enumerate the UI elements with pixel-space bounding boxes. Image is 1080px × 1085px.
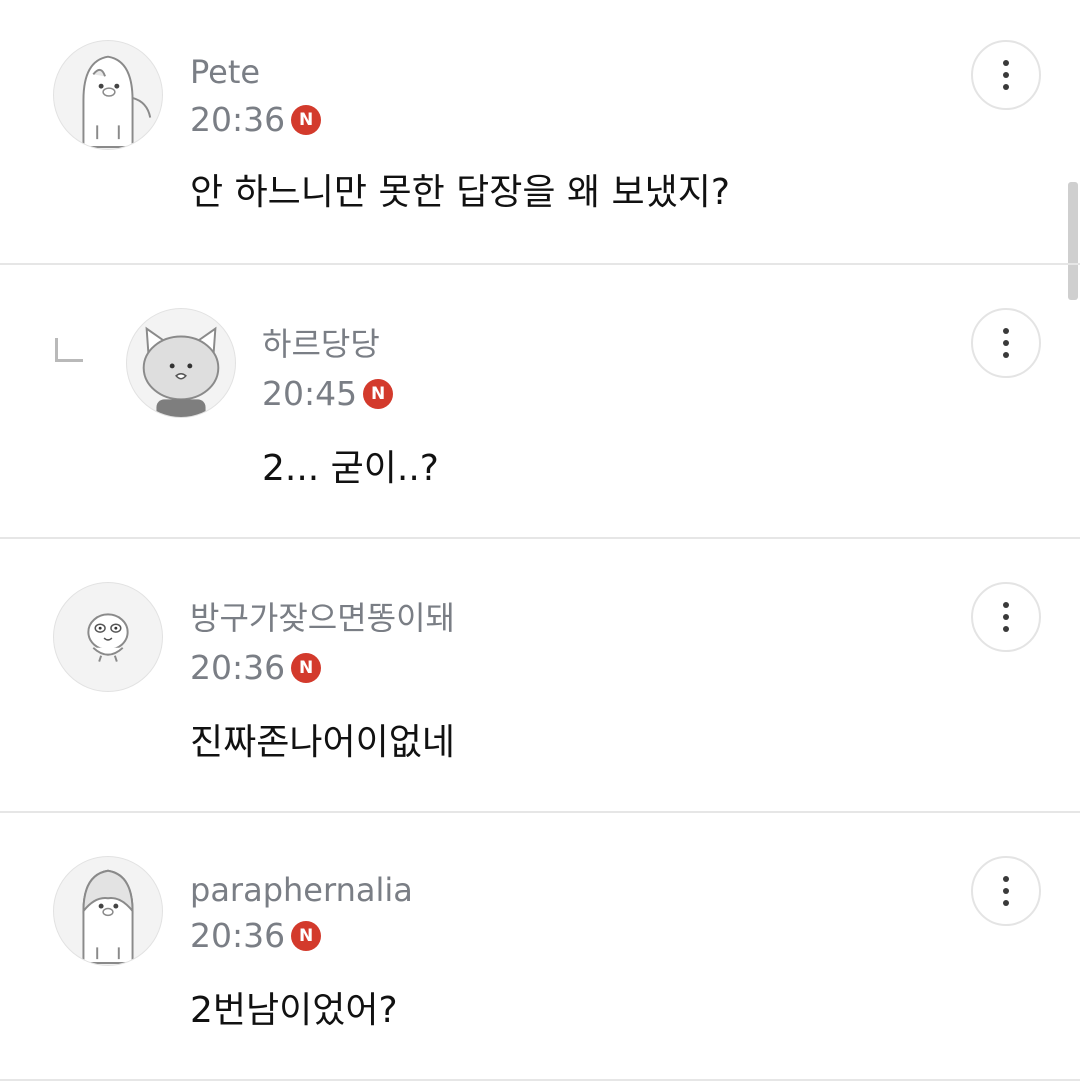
chick-avatar-icon[interactable] [53,582,163,692]
comment-meta: 20:36 N [190,916,322,956]
comment-text: 진짜존나어이없네 [190,722,455,763]
comment-divider [0,1079,1080,1081]
comment-nickname[interactable]: 방구가잦으면똥이돼 [190,598,455,638]
comment-text: 2번남이었어? [190,990,398,1031]
cat-avatar-icon[interactable] [126,308,236,418]
comment-text: 안 하느니만 못한 답장을 왜 보냈지? [190,172,731,213]
more-options-button[interactable] [971,582,1041,652]
more-options-button[interactable] [971,308,1041,378]
penguin-avatar-icon[interactable] [53,856,163,966]
comment-time: 20:36 [190,916,286,955]
comment-nickname[interactable]: 하르당당 [262,324,380,364]
more-vertical-icon [1003,328,1009,358]
comment-meta: 20:36 N [190,648,322,688]
more-vertical-icon [1003,60,1009,90]
comment-item: Pete 20:36 N 안 하느니만 못한 답장을 왜 보냈지? [0,0,1080,264]
comment-divider [0,537,1080,539]
more-vertical-icon [1003,602,1009,632]
more-options-button[interactable] [971,856,1041,926]
comment-text: 2... 굳이..? [262,448,439,489]
comment-time: 20:45 [262,374,358,413]
comment-nickname[interactable]: Pete [190,52,260,92]
reply-arrow-icon [55,338,83,362]
comment-time: 20:36 [190,100,286,139]
more-vertical-icon [1003,876,1009,906]
comment-time: 20:36 [190,648,286,687]
new-badge-icon: N [291,921,322,951]
comment-meta: 20:45 N [262,374,394,414]
comment-nickname[interactable]: paraphernalia [190,870,413,910]
new-badge-icon: N [363,379,394,409]
new-badge-icon: N [291,653,322,683]
new-badge-icon: N [291,105,322,135]
comment-divider [0,811,1080,813]
more-options-button[interactable] [971,40,1041,110]
penguin-avatar-icon[interactable] [53,40,163,150]
comment-meta: 20:36 N [190,100,322,140]
